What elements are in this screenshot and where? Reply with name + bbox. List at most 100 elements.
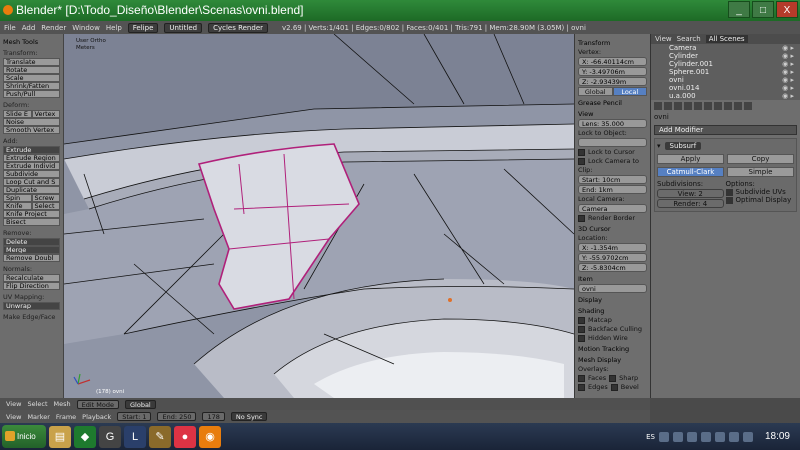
apply-button[interactable]: Apply [657, 154, 724, 164]
object-tab-icon[interactable] [694, 102, 702, 110]
chrome-taskbar-icon[interactable]: ● [174, 425, 196, 448]
minimize-button[interactable]: _ [728, 1, 750, 18]
explorer-taskbar-icon[interactable]: ▤ [49, 425, 71, 448]
outliner-item-ovni[interactable]: ovni ◉ ▸ [651, 76, 800, 84]
merge-menu[interactable]: Merge [3, 246, 60, 254]
start-frame-field[interactable]: Start: 1 [117, 412, 152, 421]
copy-button[interactable]: Copy [727, 154, 794, 164]
render-border-checkbox[interactable]: Render Border [578, 214, 647, 222]
rotate-button[interactable]: Rotate [3, 66, 60, 74]
global-toggle[interactable]: Global [578, 87, 613, 96]
bisect-button[interactable]: Bisect [3, 218, 60, 226]
unwrap-menu[interactable]: Unwrap [3, 302, 60, 310]
make-edge-face-panel[interactable]: Make Edge/Face [3, 313, 60, 321]
menu-render[interactable]: Render [41, 24, 66, 32]
menu-add[interactable]: Add [22, 24, 36, 32]
render-level-field[interactable]: Render: 4 [657, 199, 724, 208]
outliner-view-menu[interactable]: View [655, 35, 672, 43]
visibility-eye-icon[interactable]: ◉ ▸ [782, 52, 794, 60]
remove-doubles-button[interactable]: Remove Doubl [3, 254, 60, 262]
display-mode-select[interactable]: All Scenes [705, 35, 748, 43]
screw-button[interactable]: Screw [31, 194, 60, 202]
push-pull-button[interactable]: Push/Pull [3, 90, 60, 98]
scene-tab-icon[interactable] [674, 102, 682, 110]
layers-tab-icon[interactable] [664, 102, 672, 110]
translate-button[interactable]: Translate [3, 58, 60, 66]
outliner-item-cylinder[interactable]: Cylinder ◉ ▸ [651, 52, 800, 60]
vertex-x-field[interactable]: X: -66.40114cm [578, 57, 647, 66]
tray-signal-icon[interactable] [728, 431, 739, 442]
view-panel-header[interactable]: View [578, 110, 647, 118]
nvidia-taskbar-icon[interactable]: ◆ [74, 425, 96, 448]
mesh-display-panel-header[interactable]: Mesh Display [578, 356, 647, 364]
subdivide-uvs-checkbox[interactable]: Subdivide UVs [725, 188, 795, 196]
g-app-taskbar-icon[interactable]: G [99, 425, 121, 448]
world-tab-icon[interactable] [684, 102, 692, 110]
grease-pencil-panel-header[interactable]: Grease Pencil [578, 99, 647, 107]
optimal-display-checkbox[interactable]: Optimal Display [725, 196, 795, 204]
add-modifier-menu[interactable]: Add Modifier [654, 125, 797, 135]
subdivide-button[interactable]: Subdivide [3, 170, 60, 178]
tray-app-icon[interactable] [672, 431, 683, 442]
mesh-menu[interactable]: Mesh [54, 400, 71, 408]
menu-file[interactable]: File [4, 24, 16, 32]
knife-button[interactable]: Knife [3, 202, 32, 210]
slide-vertex-button[interactable]: Vertex [31, 110, 60, 118]
visibility-eye-icon[interactable]: ◉ ▸ [782, 76, 794, 84]
current-frame-field[interactable]: 178 [202, 412, 225, 421]
lens-field[interactable]: Lens: 35.000 [578, 119, 647, 128]
display-panel-header[interactable]: Display [578, 296, 647, 304]
flip-direction-button[interactable]: Flip Direction [3, 282, 60, 290]
tray-bluetooth-icon[interactable] [714, 431, 725, 442]
view-level-field[interactable]: View: 2 [657, 189, 724, 198]
slide-edge-button[interactable]: Slide E [3, 110, 32, 118]
outliner-item-ua-000[interactable]: u.a.000 ◉ ▸ [651, 92, 800, 100]
motion-tracking-panel-header[interactable]: Motion Tracking [578, 345, 647, 353]
delete-menu[interactable]: Delete [3, 238, 60, 246]
matcap-checkbox[interactable]: Matcap [578, 316, 647, 324]
modifier-name-field[interactable]: Subsurf [664, 142, 702, 150]
item-name-field[interactable]: ovni [578, 284, 647, 293]
editor-taskbar-icon[interactable]: ✎ [149, 425, 171, 448]
end-frame-field[interactable]: End: 250 [157, 412, 197, 421]
extrude-individual-button[interactable]: Extrude Individ [3, 162, 60, 170]
timeline-view-menu[interactable]: View [6, 413, 21, 421]
transform-panel-header[interactable]: Transform [578, 39, 647, 47]
game-launcher-taskbar-icon[interactable]: L [124, 425, 146, 448]
outliner-item-cylinder-001[interactable]: Cylinder.001 ◉ ▸ [651, 60, 800, 68]
noise-button[interactable]: Noise [3, 118, 60, 126]
cursor-x-field[interactable]: X: -1.354m [578, 243, 647, 252]
close-button[interactable]: X [776, 1, 798, 18]
3d-viewport[interactable]: User Ortho Meters (178) ovni [64, 34, 574, 398]
orientation-select[interactable]: Global [125, 399, 156, 409]
recalculate-button[interactable]: Recalculate [3, 274, 60, 282]
visibility-eye-icon[interactable]: ◉ ▸ [782, 60, 794, 68]
material-tab-icon[interactable] [734, 102, 742, 110]
constraints-tab-icon[interactable] [704, 102, 712, 110]
backface-culling-checkbox[interactable]: Backface Culling [578, 325, 647, 333]
knife-select-button[interactable]: Select [31, 202, 60, 210]
vertex-z-field[interactable]: Z: -2.93439m [578, 77, 647, 86]
loop-cut-button[interactable]: Loop Cut and S [3, 178, 60, 186]
select-menu[interactable]: Select [27, 400, 47, 408]
view-menu[interactable]: View [6, 400, 21, 408]
visibility-eye-icon[interactable]: ◉ ▸ [782, 44, 794, 52]
clip-end-field[interactable]: End: 1km [578, 185, 647, 194]
tray-info-icon[interactable] [700, 431, 711, 442]
lock-cursor-checkbox[interactable]: Lock to Cursor [578, 148, 647, 156]
tray-g-icon[interactable] [658, 431, 669, 442]
outliner-item-sphere-001[interactable]: Sphere.001 ◉ ▸ [651, 68, 800, 76]
knife-project-button[interactable]: Knife Project [3, 210, 60, 218]
sharp-checkbox[interactable] [609, 374, 617, 382]
bevel-checkbox[interactable] [610, 383, 618, 391]
collapse-arrow-icon[interactable]: ▾ [657, 142, 661, 150]
menu-window[interactable]: Window [72, 24, 100, 32]
hidden-wire-checkbox[interactable]: Hidden Wire [578, 334, 647, 342]
maximize-button[interactable]: □ [752, 1, 774, 18]
shading-panel-header[interactable]: Shading [578, 307, 647, 315]
sync-mode-select[interactable]: No Sync [230, 412, 268, 421]
edges-checkbox[interactable] [578, 383, 585, 391]
mode-select[interactable]: Edit Mode [76, 399, 119, 409]
extrude-region-button[interactable]: Extrude Region [3, 154, 60, 162]
duplicate-button[interactable]: Duplicate [3, 186, 60, 194]
